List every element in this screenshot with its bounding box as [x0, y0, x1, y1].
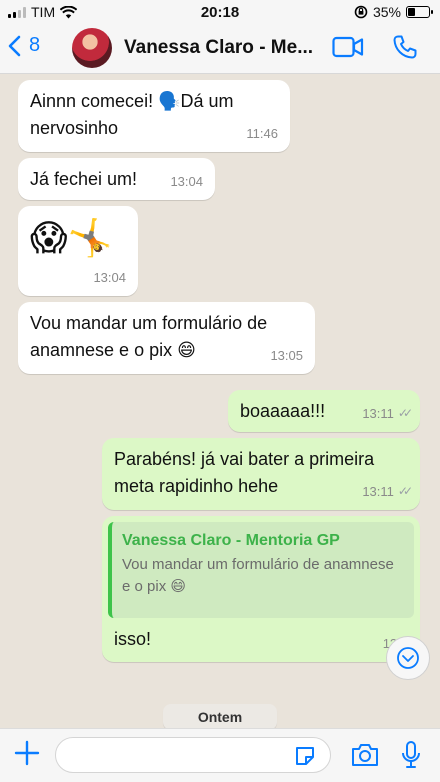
- message-time: 13:05: [270, 348, 303, 363]
- scroll-to-bottom-button[interactable]: [386, 636, 430, 680]
- date-divider: Ontem: [163, 704, 277, 728]
- chat-area[interactable]: Ainnn comecei! 🗣️Dá um nervosinho 11:46 …: [0, 74, 440, 728]
- read-receipt-icon: ✓✓: [397, 406, 413, 420]
- message-bubble-outgoing[interactable]: boaaaaa!!! 13:11 ✓✓: [228, 390, 420, 432]
- battery-percent: 35%: [372, 4, 401, 20]
- message-time: 11:46: [246, 126, 278, 141]
- avatar[interactable]: [72, 28, 112, 68]
- phone-icon[interactable]: [392, 34, 418, 60]
- orientation-lock-icon: [354, 5, 368, 19]
- unread-count: 8: [29, 34, 41, 56]
- back-chevron-icon: [8, 35, 21, 56]
- composer-bar: [0, 728, 440, 782]
- video-call-icon[interactable]: [332, 36, 364, 58]
- message-bubble-incoming[interactable]: Vou mandar um formulário de anamnese e o…: [18, 302, 315, 374]
- message-meta: 13:11 ✓✓: [362, 478, 413, 505]
- message-text: Ainnn comecei! 🗣️Dá um nervosinho: [30, 91, 234, 138]
- quoted-message[interactable]: Vanessa Claro - Mentoria GP Vou mandar u…: [108, 522, 414, 618]
- read-receipt-icon: ✓✓: [397, 484, 413, 498]
- camera-icon[interactable]: [350, 742, 380, 768]
- message-bubble-outgoing[interactable]: Parabéns! já vai bater a primeira meta r…: [102, 438, 420, 510]
- message-bubble-outgoing[interactable]: Vanessa Claro - Mentoria GP Vou mandar u…: [102, 516, 420, 662]
- message-bubble-incoming[interactable]: Já fechei um! 13:04: [18, 158, 215, 200]
- status-bar: TIM 20:18 35%: [0, 0, 440, 24]
- chat-header: 8 Vanessa Claro - Me...: [0, 24, 440, 74]
- message-input[interactable]: [55, 737, 331, 773]
- sticker-icon[interactable]: [294, 745, 316, 767]
- message-time: 13:11: [362, 484, 394, 499]
- chevron-down-icon: [397, 647, 419, 669]
- message-time: 13:11: [362, 406, 394, 421]
- plus-icon[interactable]: [14, 740, 40, 766]
- message-time: 13:04: [93, 270, 126, 285]
- message-bubble-incoming[interactable]: Ainnn comecei! 🗣️Dá um nervosinho 11:46: [18, 80, 290, 152]
- quoted-text: Vou mandar um formulário de anamnese e o…: [122, 556, 394, 595]
- message-text: isso!: [114, 629, 152, 649]
- back-button[interactable]: 8: [8, 34, 40, 57]
- quoted-author: Vanessa Claro - Mentoria GP: [122, 532, 340, 549]
- message-time: 13:04: [170, 174, 203, 189]
- message-bubble-incoming[interactable]: 😱🤸 13:04: [18, 206, 138, 296]
- message-meta: 13:11 ✓✓: [362, 400, 413, 427]
- contact-name[interactable]: Vanessa Claro - Me...: [124, 37, 318, 59]
- emoji-message: 😱🤸: [30, 217, 113, 258]
- message-text: Vou mandar um formulário de anamnese e o…: [30, 313, 268, 360]
- microphone-icon[interactable]: [401, 740, 421, 770]
- battery-icon: [406, 6, 433, 18]
